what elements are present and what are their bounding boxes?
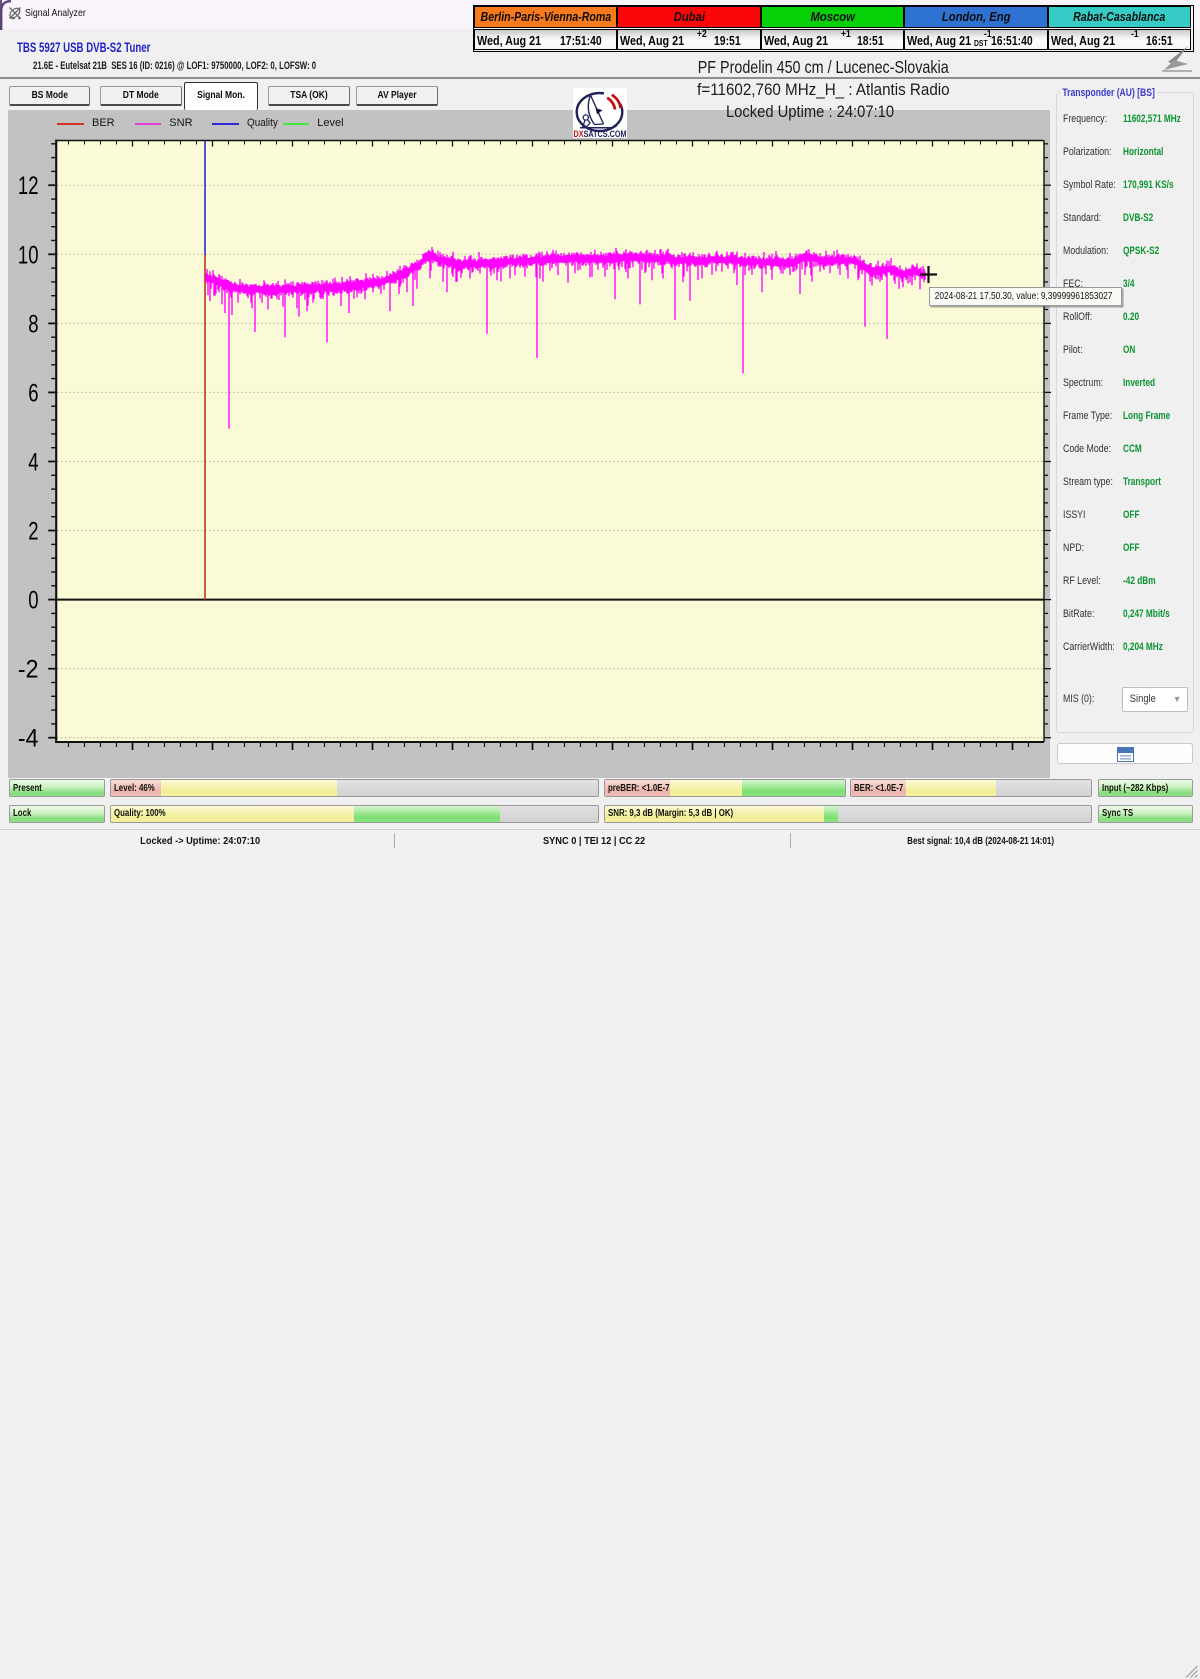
svg-text:12: 12 [18, 172, 39, 200]
svg-text:2: 2 [28, 518, 38, 546]
svg-text:-2: -2 [18, 656, 39, 684]
svg-text:6: 6 [28, 379, 38, 407]
svg-text:10: 10 [18, 241, 39, 269]
svg-text:4: 4 [28, 449, 38, 477]
svg-text:0: 0 [28, 587, 38, 615]
svg-text:-4: -4 [18, 725, 39, 753]
svg-text:8: 8 [28, 310, 38, 338]
svg-text:DXSATCS.COM: DXSATCS.COM [574, 129, 627, 138]
